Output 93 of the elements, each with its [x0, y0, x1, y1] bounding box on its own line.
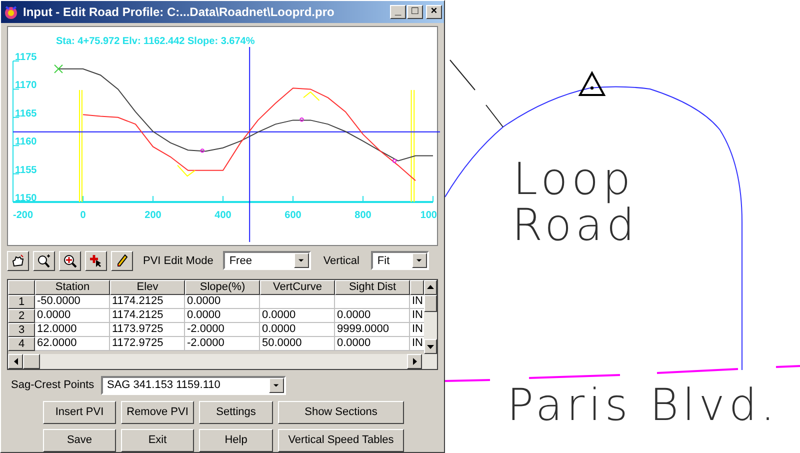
table-cell: -2.0000	[185, 336, 260, 351]
road-label: Paris Blvd.	[507, 384, 779, 428]
dialog-button[interactable]: Show Sections	[278, 401, 404, 424]
x-tick-label: 0	[80, 210, 86, 221]
table-cell: 1174.2125	[110, 294, 185, 309]
tool-button[interactable]	[85, 250, 107, 271]
scrollbar-thumb[interactable]	[23, 354, 40, 369]
row-header[interactable]: 2	[8, 308, 35, 323]
dialog-button[interactable]: Save	[43, 429, 116, 452]
magnifier-icon	[63, 254, 77, 268]
table-cell: 0.0000	[335, 308, 410, 323]
tangent-marker	[177, 164, 196, 177]
dialog-button[interactable]: Remove PVI	[121, 401, 194, 424]
table-cell: -2.0000	[185, 322, 260, 337]
dialog-button[interactable]: Insert PVI	[43, 401, 116, 424]
minimize-button[interactable]: _	[390, 4, 406, 19]
pencil-icon	[115, 254, 129, 268]
pvi-marker	[392, 158, 397, 163]
station-readout: Sta: 4+75.972 Elv: 1162.442 Slope: 3.674%	[56, 36, 255, 47]
left-arrow-icon	[14, 358, 18, 365]
tool-button[interactable]	[59, 250, 81, 271]
table-cell: 0.0000	[185, 308, 260, 323]
field-label: PVI Edit Mode	[143, 254, 214, 268]
table-cell: -50.0000	[35, 294, 110, 309]
x-tick-label: 100	[420, 210, 437, 221]
tool-button[interactable]	[111, 250, 133, 271]
table-cell: 0.0000	[260, 308, 335, 323]
zoom-icon	[37, 254, 51, 268]
close-button[interactable]: ×	[426, 4, 442, 19]
dialog-button[interactable]: Exit	[121, 429, 194, 452]
sag-crest-dropdown[interactable]: SAG 341.153 1159.110	[101, 376, 286, 395]
y-tick-label: 1165	[15, 108, 37, 120]
pvi-marker	[200, 148, 204, 153]
down-arrow-icon	[427, 344, 434, 348]
table-cell: 1172.9725	[110, 336, 185, 351]
tool-button[interactable]	[7, 250, 29, 271]
table-cell: 9999.0000	[335, 322, 410, 337]
table-cell: IN	[410, 308, 424, 323]
triangle-marker	[578, 70, 606, 96]
column-header[interactable]: VertCurve	[260, 280, 335, 295]
road-label: Loop	[513, 158, 635, 202]
field-label: Sag-Crest Points	[11, 378, 96, 394]
y-tick-label: 1155	[15, 164, 37, 176]
app-icon	[3, 4, 19, 20]
column-header[interactable]: Elev	[110, 280, 185, 295]
column-header[interactable]: Slope(%)	[185, 280, 260, 295]
right-arrow-icon	[412, 358, 416, 365]
tool-button[interactable]	[33, 250, 55, 271]
table-cell: IN	[410, 294, 424, 309]
scrollbar-thumb[interactable]	[424, 294, 437, 312]
column-header[interactable]: Sight Dist	[335, 280, 410, 295]
dialog-button[interactable]: Settings	[199, 401, 273, 424]
table-cell: IN	[410, 336, 424, 351]
table-cell: 50.0000	[260, 336, 335, 351]
pvi-marker	[300, 117, 304, 122]
table-cell: 0.0000	[35, 308, 110, 323]
table-cell: 0.0000	[335, 336, 410, 351]
field-label: Vertical	[323, 254, 360, 268]
row-header[interactable]: 1	[8, 294, 35, 309]
row-header[interactable]: 3	[8, 322, 35, 337]
x-tick-label: 800	[354, 210, 372, 221]
maximize-button[interactable]: □	[407, 4, 423, 19]
table-cell: 1173.9725	[110, 322, 185, 337]
column-header[interactable]: Station	[35, 280, 110, 295]
dialog-button[interactable]: Help	[199, 429, 273, 452]
tangent-marker	[303, 91, 320, 101]
row-header[interactable]: 4	[8, 336, 35, 351]
dialog-button[interactable]: Vertical Speed Tables	[278, 429, 404, 452]
x-tick-label: -200	[13, 210, 34, 221]
table-cell: 1174.2125	[110, 308, 185, 323]
table-cell: 0.0000	[185, 294, 260, 309]
table-cell: IN	[410, 322, 424, 337]
y-tick-label: 1175	[15, 52, 37, 63]
start-x-marker	[54, 64, 63, 74]
y-tick-label: 1170	[15, 80, 37, 92]
table-cell: 62.0000	[35, 336, 110, 351]
table-cell: 12.0000	[35, 322, 110, 337]
x-tick-label: 400	[214, 210, 232, 221]
up-arrow-icon	[427, 285, 434, 290]
x-tick-label: 600	[284, 210, 302, 221]
y-tick-label: 1150	[15, 192, 37, 204]
road-label: Road	[512, 204, 638, 248]
y-tick-label: 1160	[15, 136, 37, 148]
station-tick	[450, 60, 504, 128]
window-title: Input - Edit Road Profile: C:...Data\Roadnet\Looprd.pro	[23, 4, 334, 21]
vertical-dropdown[interactable]: Fit	[371, 251, 430, 270]
pointer-icon	[89, 254, 103, 268]
table-cell: 0.0000	[260, 322, 335, 337]
column-header[interactable]	[410, 280, 424, 295]
vertical-scrollbar[interactable]	[424, 280, 437, 354]
x-tick-label: 200	[144, 210, 162, 221]
horizontal-scrollbar[interactable]	[8, 354, 437, 369]
edit-mode-dropdown[interactable]: Free	[223, 251, 312, 270]
